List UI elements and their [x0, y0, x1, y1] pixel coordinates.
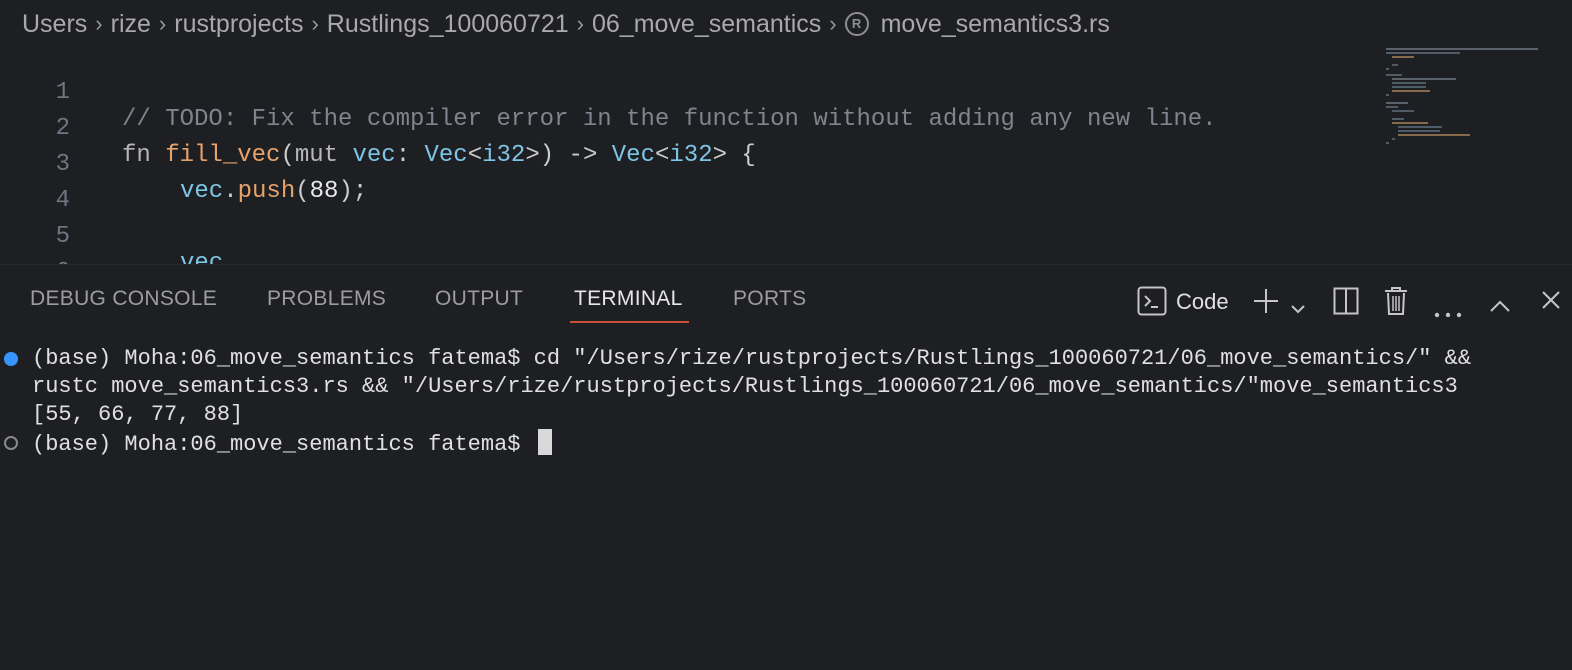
breadcrumb-file[interactable]: move_semantics3.rs: [881, 10, 1110, 39]
code-editor[interactable]: 1 // TODO: Fix the compiler error in the…: [0, 48, 1572, 313]
tab-problems[interactable]: PROBLEMS: [267, 287, 386, 323]
code-line: 6 }: [0, 228, 1380, 313]
code-line: 3 vec.push(88);: [0, 120, 1380, 205]
chevron-down-icon[interactable]: [1290, 295, 1306, 327]
active-tab-underline: [570, 321, 689, 323]
maximize-panel-icon[interactable]: [1489, 293, 1511, 325]
chevron-right-icon: ›: [95, 11, 103, 36]
minimap[interactable]: [1384, 48, 1554, 148]
rust-file-icon: R: [844, 12, 869, 36]
tab-ports[interactable]: PORTS: [733, 287, 806, 323]
code-line: 4: [0, 156, 1380, 214]
terminal-line: rustc move_semantics3.rs && "/Users/rize…: [32, 374, 1458, 399]
terminal-shell-icon[interactable]: [1137, 286, 1167, 318]
tab-debug-console[interactable]: DEBUG CONSOLE: [30, 287, 217, 323]
close-panel-icon[interactable]: [1541, 290, 1561, 322]
split-terminal-icon[interactable]: [1333, 287, 1359, 319]
code-line: 1 // TODO: Fix the compiler error in the…: [0, 48, 1380, 133]
chevron-right-icon: ›: [311, 11, 319, 36]
breadcrumb: Users › rize › rustprojects › Rustlings_…: [0, 0, 1572, 48]
breadcrumb-item-move-semantics[interactable]: 06_move_semantics: [592, 10, 821, 39]
panel-tab-bar: DEBUG CONSOLE PROBLEMS OUTPUT TERMINAL P…: [0, 265, 1572, 329]
breadcrumb-item-users[interactable]: Users: [22, 10, 87, 39]
trash-icon[interactable]: [1384, 286, 1408, 318]
add-terminal-icon[interactable]: [1252, 287, 1280, 319]
code-line: 5 vec: [0, 192, 1380, 277]
tab-terminal[interactable]: TERMINAL: [574, 287, 683, 323]
more-actions-icon[interactable]: [1434, 298, 1462, 330]
command-success-dot-icon[interactable]: [4, 352, 18, 366]
chevron-right-icon: ›: [576, 11, 584, 36]
bottom-panel: DEBUG CONSOLE PROBLEMS OUTPUT TERMINAL P…: [0, 264, 1572, 670]
command-pending-dot-icon[interactable]: [4, 436, 18, 450]
code-line: 2 fn fill_vec(mut vec: Vec<i32>) -> Vec<…: [0, 84, 1380, 169]
tab-output[interactable]: OUTPUT: [435, 287, 523, 323]
terminal-line: [55, 66, 77, 88]: [32, 402, 244, 427]
chevron-right-icon: ›: [829, 11, 837, 36]
terminal-cursor: [537, 429, 552, 455]
breadcrumb-item-rustprojects[interactable]: rustprojects: [174, 10, 303, 39]
shell-label[interactable]: Code: [1176, 289, 1229, 321]
terminal-prompt: (base) Moha:06_move_semantics fatema$: [32, 432, 534, 457]
breadcrumb-item-rize[interactable]: rize: [111, 10, 151, 39]
terminal-line: (base) Moha:06_move_semantics fatema$ cd…: [32, 346, 1472, 371]
chevron-right-icon: ›: [158, 11, 167, 36]
terminal-prompt-line[interactable]: (base) Moha:06_move_semantics fatema$: [32, 429, 552, 459]
breadcrumb-item-rustlings[interactable]: Rustlings_100060721: [327, 10, 569, 39]
